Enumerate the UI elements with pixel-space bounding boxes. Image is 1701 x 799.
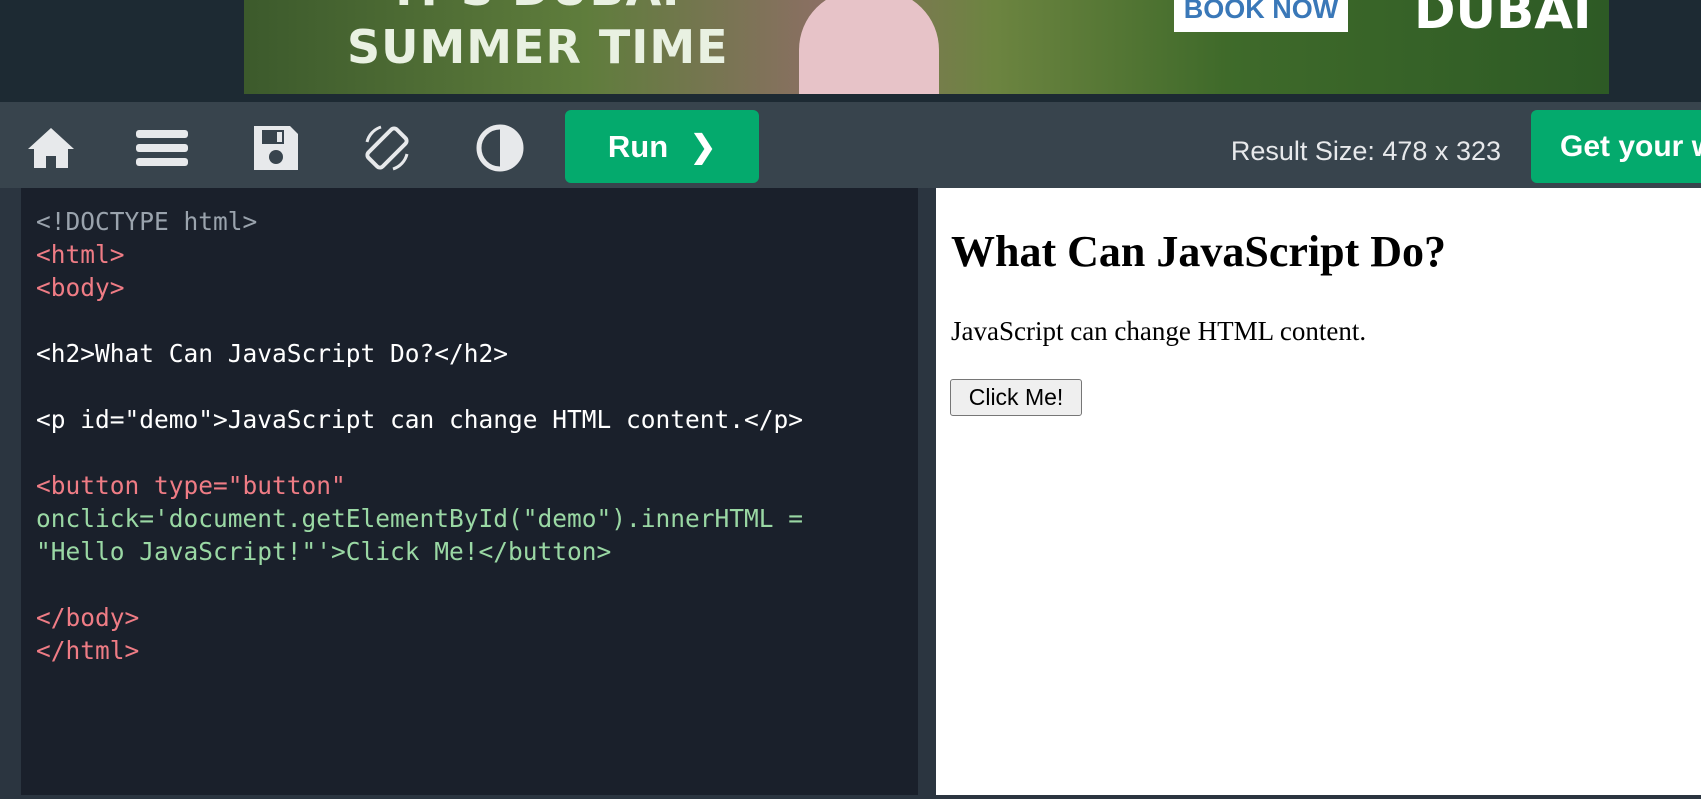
click-me-button[interactable]: Click Me!	[950, 379, 1082, 416]
contrast-icon[interactable]	[474, 122, 526, 174]
save-icon[interactable]	[250, 122, 302, 174]
ad-headline: IT'S DUBAI SUMMER TIME	[347, 0, 729, 76]
code-line: </body>	[36, 603, 140, 632]
get-your-website-button[interactable]: Get your w	[1531, 110, 1701, 183]
rotate-icon[interactable]	[361, 122, 413, 174]
ad-brand-logo: DUBAI	[1414, 0, 1592, 40]
code-line: <p id="demo">JavaScript can change HTML …	[36, 405, 804, 434]
code-editor[interactable]: <!DOCTYPE html> <html> <body> <h2>What C…	[21, 188, 918, 795]
run-button[interactable]: Run ❯	[565, 110, 759, 183]
result-size-label: Result Size: 478 x 323	[1230, 136, 1501, 166]
code-line: "Hello JavaScript!"'>Click Me!</button>	[36, 537, 612, 566]
code-line: </html>	[36, 636, 140, 665]
ad-banner[interactable]: IT'S DUBAI SUMMER TIME BOOK NOW DUBAI	[244, 0, 1609, 94]
ad-photo-person	[799, 0, 939, 94]
result-pane: What Can JavaScript Do? JavaScript can c…	[936, 188, 1701, 795]
pane-splitter[interactable]	[918, 188, 936, 795]
result-heading: What Can JavaScript Do?	[951, 227, 1447, 276]
home-icon[interactable]	[25, 122, 77, 174]
code-line: <!DOCTYPE html>	[36, 207, 258, 236]
ad-book-now-button[interactable]: BOOK NOW	[1174, 0, 1348, 32]
ad-banner-area: IT'S DUBAI SUMMER TIME BOOK NOW DUBAI	[0, 0, 1701, 102]
menu-icon[interactable]	[136, 122, 188, 174]
ad-headline-line2: SUMMER TIME	[347, 20, 729, 74]
editor-toolbar: Run ❯ Result Size: 478 x 323 Get your w	[0, 102, 1701, 188]
chevron-right-icon: ❯	[690, 128, 717, 164]
result-paragraph: JavaScript can change HTML content.	[951, 316, 1367, 346]
code-line: <body>	[36, 273, 125, 302]
ad-headline-line1: IT'S DUBAI	[347, 0, 729, 18]
code-line: onclick='document.getElementById("demo")…	[36, 504, 804, 533]
code-line: <button type="button"	[36, 471, 346, 500]
run-button-label: Run	[607, 128, 669, 164]
code-line: <html>	[36, 240, 125, 269]
code-content[interactable]: <!DOCTYPE html> <html> <body> <h2>What C…	[36, 205, 803, 667]
code-line: <h2>What Can JavaScript Do?</h2>	[36, 339, 509, 368]
